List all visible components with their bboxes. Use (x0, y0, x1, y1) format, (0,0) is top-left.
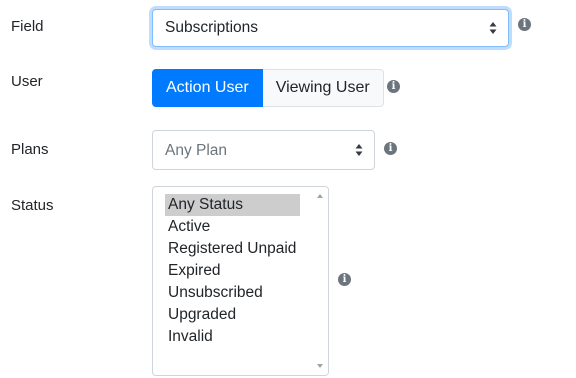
up-down-caret-icon (355, 144, 363, 156)
user-label: User (11, 73, 43, 90)
status-listbox[interactable]: Any Status Active Registered Unpaid Expi… (152, 186, 329, 376)
user-info-icon[interactable]: i (387, 80, 400, 93)
triangle-down-icon[interactable] (317, 364, 323, 368)
plans-label: Plans (11, 141, 49, 158)
plans-select[interactable]: Any Plan (152, 130, 375, 170)
status-scrollbar[interactable] (312, 187, 328, 375)
status-option-unsubscribed[interactable]: Unsubscribed (165, 282, 300, 304)
viewing-user-button[interactable]: Viewing User (262, 69, 384, 107)
status-option-upgraded[interactable]: Upgraded (165, 304, 300, 326)
action-user-button[interactable]: Action User (152, 69, 263, 107)
condition-form: Field Subscriptions i User Action User V… (0, 0, 576, 378)
field-select-value: Subscriptions (165, 19, 259, 36)
plans-info-icon[interactable]: i (384, 142, 397, 155)
up-down-caret-icon (489, 22, 497, 34)
status-label: Status (11, 197, 54, 214)
status-options-list: Any Status Active Registered Unpaid Expi… (165, 194, 300, 348)
field-info-icon[interactable]: i (518, 18, 531, 31)
status-option-invalid[interactable]: Invalid (165, 326, 300, 348)
field-select[interactable]: Subscriptions (152, 9, 509, 47)
plans-select-value: Any Plan (165, 142, 228, 159)
status-option-registered-unpaid[interactable]: Registered Unpaid (165, 238, 300, 260)
status-option-active[interactable]: Active (165, 216, 300, 238)
user-toggle-group: Action User Viewing User (152, 69, 384, 107)
field-label: Field (11, 18, 44, 35)
status-option-expired[interactable]: Expired (165, 260, 300, 282)
status-option-any-status[interactable]: Any Status (165, 194, 300, 216)
triangle-up-icon[interactable] (317, 194, 323, 198)
status-info-icon[interactable]: i (338, 273, 351, 286)
